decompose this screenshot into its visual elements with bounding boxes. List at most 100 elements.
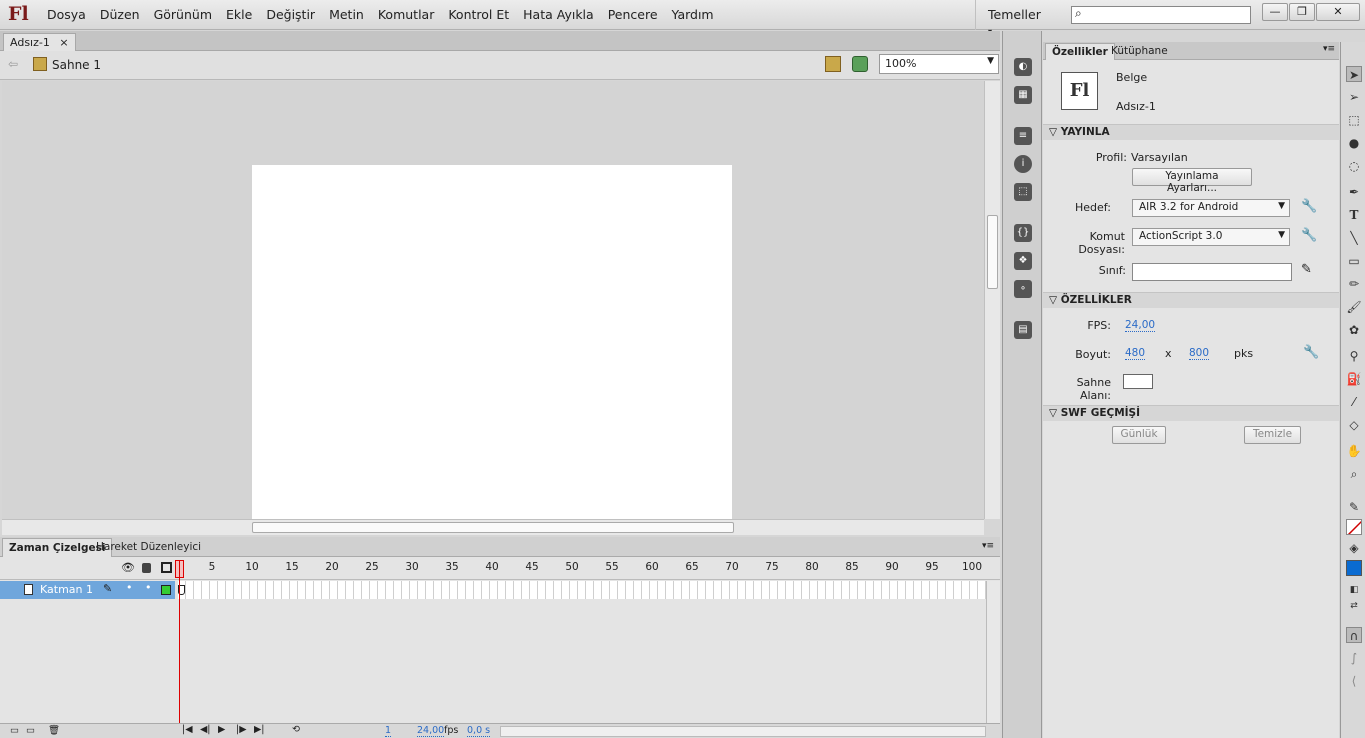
text-tool-icon[interactable]: T	[1346, 207, 1362, 223]
current-frame[interactable]: 1	[385, 725, 392, 737]
transform-icon[interactable]: ⬚	[1014, 183, 1032, 201]
frame-ruler[interactable]: 1510152025303540455055606570758085909510…	[176, 561, 986, 577]
3d-rotation-icon[interactable]: ●	[1346, 135, 1362, 151]
section-swf-history[interactable]: ▽ SWF GEÇMİŞİ	[1043, 405, 1339, 421]
edit-symbols-icon[interactable]	[852, 56, 868, 72]
layer-row[interactable]: Katman 1 ✎ • •	[0, 581, 175, 599]
wrench-icon[interactable]: 🔧	[1303, 345, 1319, 360]
class-input[interactable]	[1132, 263, 1292, 281]
subselection-tool-icon[interactable]: ➢	[1346, 89, 1362, 105]
height-value[interactable]: 800	[1189, 347, 1210, 360]
wrench-icon[interactable]: 🔧	[1301, 199, 1317, 214]
lock-dot[interactable]: •	[145, 581, 152, 594]
paint-bucket-icon[interactable]: ⛽	[1346, 371, 1362, 387]
play-icon[interactable]: ▶	[218, 724, 225, 735]
script-select[interactable]: ActionScript 3.0 ▼	[1132, 228, 1290, 246]
components-icon[interactable]: ❖	[1014, 252, 1032, 270]
horizontal-scroll-thumb[interactable]	[252, 522, 734, 533]
eye-icon[interactable]: 👁	[121, 561, 135, 574]
menu-help[interactable]: Yardım	[665, 7, 721, 22]
close-button[interactable]: ✕	[1316, 3, 1360, 21]
default-colors-icon[interactable]: ◧	[1346, 582, 1362, 598]
panel-menu-icon[interactable]: ▾≡	[982, 541, 994, 551]
timeline-vertical-scrollbar[interactable]	[986, 581, 1000, 723]
pencil-tool-icon[interactable]: ✏	[1346, 276, 1362, 292]
smooth-icon[interactable]: ∫	[1346, 650, 1362, 666]
vertical-scrollbar[interactable]	[984, 81, 1000, 519]
free-transform-icon[interactable]: ⬚	[1346, 112, 1362, 128]
fill-color-icon[interactable]: ◈	[1346, 540, 1362, 556]
tab-library[interactable]: Kütüphane	[1105, 43, 1174, 60]
menu-edit[interactable]: Düzen	[93, 7, 147, 22]
fps-value[interactable]: 24,00	[1125, 319, 1156, 332]
zoom-tool-icon[interactable]: ⌕	[1346, 466, 1362, 482]
menu-modify[interactable]: Değiştir	[259, 7, 322, 22]
restore-button[interactable]: ❐	[1289, 3, 1315, 21]
color-icon[interactable]: ◐	[1014, 58, 1032, 76]
align-icon[interactable]: ≡	[1014, 127, 1032, 145]
rectangle-tool-icon[interactable]: ▭	[1346, 253, 1362, 269]
swap-colors-icon[interactable]: ⇄	[1346, 598, 1362, 614]
pencil-icon[interactable]: ✎	[1301, 262, 1312, 277]
selection-tool-icon[interactable]: ➤	[1346, 66, 1362, 82]
lasso-icon[interactable]: ◌	[1346, 158, 1362, 174]
line-tool-icon[interactable]: ╲	[1346, 230, 1362, 246]
frame-rate[interactable]: 24,00	[417, 725, 445, 737]
swatches-icon[interactable]: ▦	[1014, 86, 1032, 104]
menu-file[interactable]: Dosya	[40, 7, 93, 22]
edit-scene-icon[interactable]	[825, 56, 841, 72]
new-folder-icon[interactable]: ▭	[26, 725, 35, 736]
document-tab[interactable]: Adsız-1 ×	[3, 33, 76, 51]
visibility-dot[interactable]: •	[126, 581, 133, 594]
width-value[interactable]: 480	[1125, 347, 1146, 360]
stage-color-swatch[interactable]	[1123, 374, 1153, 389]
panel-menu-icon[interactable]: ▾≡	[1323, 44, 1335, 54]
brush-tool-icon[interactable]: 🖌	[1346, 299, 1362, 315]
hand-tool-icon[interactable]: ✋	[1346, 443, 1362, 459]
menu-insert[interactable]: Ekle	[219, 7, 259, 22]
menu-window[interactable]: Pencere	[601, 7, 665, 22]
first-frame-icon[interactable]: |◀	[182, 724, 193, 735]
new-layer-icon[interactable]: ▭	[10, 725, 19, 736]
deco-tool-icon[interactable]: ✿	[1346, 322, 1362, 338]
eyedropper-icon[interactable]: ⁄	[1346, 394, 1362, 410]
search-input[interactable]: ⌕	[1071, 6, 1251, 24]
menu-control[interactable]: Kontrol Et	[441, 7, 516, 22]
menu-debug[interactable]: Hata Ayıkla	[516, 7, 601, 22]
motion-presets-icon[interactable]: ∘	[1014, 280, 1032, 298]
zoom-select[interactable]: 100% ▼	[879, 54, 999, 74]
frame-grid[interactable]	[178, 581, 986, 599]
layer-name[interactable]: Katman 1	[40, 583, 93, 596]
publish-settings-button[interactable]: Yayınlama Ayarları...	[1132, 168, 1252, 194]
fill-color-swatch[interactable]	[1346, 560, 1362, 576]
loop-icon[interactable]: ⟲	[292, 724, 300, 735]
straighten-icon[interactable]: ⟨	[1346, 673, 1362, 689]
minimize-button[interactable]: —	[1262, 3, 1288, 21]
eraser-icon[interactable]: ◇	[1346, 417, 1362, 433]
last-frame-icon[interactable]: ▶|	[254, 724, 265, 735]
tab-motion-editor[interactable]: Hareket Düzenleyici	[90, 538, 207, 557]
step-back-icon[interactable]: ◀|	[200, 724, 211, 735]
log-button[interactable]: Günlük	[1112, 426, 1166, 444]
menu-view[interactable]: Görünüm	[147, 7, 219, 22]
close-icon[interactable]: ×	[59, 36, 68, 49]
timeline-horizontal-scrollbar[interactable]	[500, 726, 986, 737]
info-icon[interactable]: i	[1014, 155, 1032, 173]
section-publish[interactable]: ▽ YAYINLA	[1043, 124, 1339, 140]
step-forward-icon[interactable]: |▶	[236, 724, 247, 735]
horizontal-scrollbar[interactable]	[2, 519, 984, 535]
scene-panel-icon[interactable]: ▤	[1014, 321, 1032, 339]
bone-tool-icon[interactable]: ⚲	[1346, 348, 1362, 364]
layer-outline-color[interactable]	[161, 585, 171, 595]
stroke-color-swatch[interactable]	[1346, 519, 1362, 535]
outline-icon[interactable]	[161, 562, 172, 573]
lock-icon[interactable]	[142, 563, 151, 573]
workspace-switcher[interactable]: Temeller ▾	[975, 0, 1060, 36]
menu-text[interactable]: Metin	[322, 7, 371, 22]
clear-button[interactable]: Temizle	[1244, 426, 1301, 444]
section-properties[interactable]: ▽ ÖZELLİKLER	[1043, 292, 1339, 308]
stage-canvas[interactable]	[252, 165, 732, 519]
wrench-icon[interactable]: 🔧	[1301, 228, 1317, 243]
target-select[interactable]: AIR 3.2 for Android ▼	[1132, 199, 1290, 217]
stroke-color-icon[interactable]: ✎	[1346, 499, 1362, 515]
